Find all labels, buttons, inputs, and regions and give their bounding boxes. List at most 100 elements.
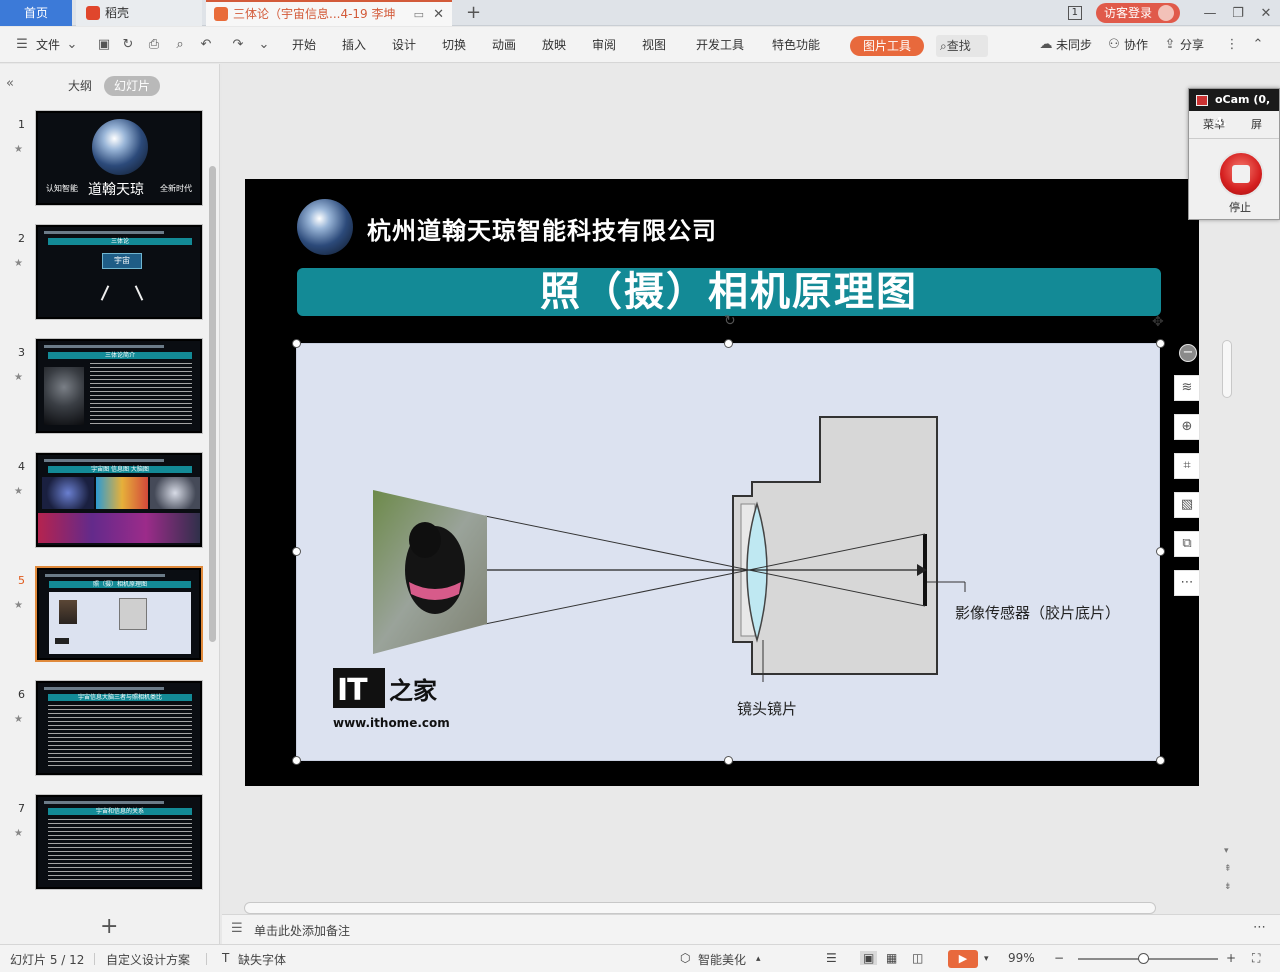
collapse-panel-icon[interactable]: «	[6, 76, 14, 91]
file-menu[interactable]: 文件	[36, 27, 60, 63]
play-options-icon[interactable]: ▾	[984, 954, 989, 964]
menu-design[interactable]: 设计	[392, 27, 416, 63]
close-tab-icon[interactable]: ✕	[433, 2, 444, 28]
reading-view-icon[interactable]: ◫	[912, 951, 923, 965]
login-button[interactable]: 访客登录	[1095, 3, 1180, 23]
more-icon[interactable]: ⋮	[1224, 37, 1240, 53]
zoom-slider-knob[interactable]	[1138, 953, 1149, 964]
slide-title-bar[interactable]: 照（摄）相机原理图	[297, 268, 1161, 316]
smart-beautify-button[interactable]: 智能美化	[698, 951, 746, 968]
zoom-in-icon[interactable]: +	[1226, 951, 1236, 965]
chevron-down-icon[interactable]: ⌄	[64, 37, 80, 53]
ocam-menu-item[interactable]: 屏	[1237, 111, 1274, 138]
window-count-badge[interactable]: 1	[1067, 6, 1082, 20]
more-icon[interactable]: ⋯	[1253, 920, 1266, 935]
collapse-ribbon-icon[interactable]: ⌃	[1250, 37, 1266, 53]
slide-thumbnail-3[interactable]: 三体论简介	[35, 338, 203, 434]
menu-animation[interactable]: 动画	[492, 27, 516, 63]
slide-thumbnail-1[interactable]: 认知智能 道翰天琼 全新时代	[35, 110, 203, 206]
print-icon[interactable]: ⎙	[146, 37, 162, 53]
ocam-menu-item[interactable]: 菜单	[1189, 111, 1237, 138]
collapse-tools-icon[interactable]: −	[1179, 344, 1197, 362]
slide-thumbnail-5[interactable]: 照（摄）相机原理图	[35, 566, 203, 662]
print-preview-icon[interactable]: ⌕	[172, 37, 188, 53]
menu-developer[interactable]: 开发工具	[696, 27, 744, 63]
fit-window-icon[interactable]: ⛶	[1252, 951, 1260, 966]
display-icon[interactable]: ▭	[414, 2, 424, 28]
image-adjust-icon[interactable]: ▧	[1174, 492, 1200, 518]
resize-handle[interactable]	[1156, 339, 1165, 348]
company-name[interactable]: 杭州道翰天琼智能科技有限公司	[367, 211, 717, 246]
resize-handle[interactable]	[724, 756, 733, 765]
play-slideshow-button[interactable]: ▶	[948, 950, 978, 968]
share-button[interactable]: 分享	[1180, 27, 1204, 63]
slide-thumbnail-7[interactable]: 宇宙和信息的关系	[35, 794, 203, 890]
tab-outline[interactable]: 大纲	[58, 76, 102, 96]
scroll-down-icon[interactable]: ▾	[1224, 846, 1229, 856]
sorter-view-icon[interactable]: ▦	[886, 951, 897, 965]
slide-thumbnail-2[interactable]: 三体论 宇宙	[35, 224, 203, 320]
stop-recording-button[interactable]	[1218, 151, 1264, 197]
rotate-handle-icon[interactable]: ↻	[724, 313, 736, 329]
menu-transition[interactable]: 切换	[442, 27, 466, 63]
resize-handle[interactable]	[292, 547, 301, 556]
new-tab-button[interactable]: +	[466, 0, 481, 26]
crop-icon[interactable]: ⌗	[1174, 453, 1200, 479]
more-options-icon[interactable]: ⋯	[1174, 570, 1200, 596]
zoom-out-icon[interactable]: −	[1054, 951, 1064, 965]
search-button[interactable]: ⌕查找	[936, 35, 988, 57]
restore-icon[interactable]: ❐	[1224, 6, 1252, 21]
prev-slide-icon[interactable]: ⇞	[1224, 864, 1232, 874]
chevron-up-icon[interactable]: ▴	[756, 954, 761, 964]
notes-toggle-icon[interactable]: ☰	[826, 951, 837, 965]
undo-icon[interactable]: ↶	[198, 37, 214, 53]
save-icon[interactable]: ▣	[96, 37, 112, 53]
horizontal-scrollbar[interactable]	[244, 902, 1156, 914]
close-window-icon[interactable]: ✕	[1252, 6, 1280, 21]
slide-thumbnail-6[interactable]: 宇宙信息大脑三者与照相机类比	[35, 680, 203, 776]
menu-features[interactable]: 特色功能	[772, 27, 820, 63]
design-scheme-button[interactable]: 自定义设计方案	[106, 951, 190, 968]
hamburger-icon[interactable]: ☰	[14, 37, 30, 53]
notes-bar[interactable]: ☰ 单击此处添加备注 ⋯	[222, 914, 1280, 944]
normal-view-icon[interactable]: ▣	[860, 951, 878, 965]
share-icon: ⇪	[1164, 37, 1176, 52]
resize-handle[interactable]	[724, 339, 733, 348]
minimize-icon[interactable]: —	[1196, 6, 1224, 21]
menu-slideshow[interactable]: 放映	[542, 27, 566, 63]
slide-thumbnail-4[interactable]: 宇宙图 信息图 大脑图	[35, 452, 203, 548]
menu-start[interactable]: 开始	[292, 27, 316, 63]
tab-slides[interactable]: 幻灯片	[104, 76, 161, 96]
sync-status[interactable]: 未同步	[1056, 27, 1092, 63]
zoom-level[interactable]: 99%	[1008, 951, 1035, 965]
layers-icon[interactable]: ≋	[1174, 375, 1200, 401]
resize-handle[interactable]	[292, 339, 301, 348]
export-icon[interactable]: ↻	[120, 37, 136, 53]
replace-image-icon[interactable]: ⧉	[1174, 531, 1200, 557]
thumb-diagram	[49, 592, 191, 654]
tab-home[interactable]: 首页	[0, 0, 72, 26]
camera-diagram-image[interactable]: IT 之家 www.ithome.com 影像传感器（胶片底片） 镜头镜片	[296, 343, 1160, 761]
thumb-dog-image	[59, 600, 77, 624]
collaborate-button[interactable]: 协作	[1124, 27, 1148, 63]
ocam-title-bar[interactable]: oCam (0, 4,	[1189, 89, 1279, 128]
tab-document[interactable]: 三体论（宇宙信息...4-19 李坤 ▭ ✕	[206, 0, 452, 26]
menu-view[interactable]: 视图	[642, 27, 666, 63]
zoom-in-icon[interactable]: ⊕	[1174, 414, 1200, 440]
resize-handle[interactable]	[1156, 756, 1165, 765]
panel-scrollbar[interactable]	[209, 166, 216, 642]
resize-handle[interactable]	[1156, 547, 1165, 556]
picture-tools-tab[interactable]: 图片工具	[850, 36, 924, 56]
add-slide-icon[interactable]: +	[100, 914, 118, 939]
redo-icon[interactable]: ↷	[230, 37, 246, 53]
customize-toolbar-icon[interactable]: ⌄	[256, 37, 272, 53]
notes-placeholder[interactable]: 单击此处添加备注	[254, 922, 350, 939]
vertical-scrollbar[interactable]	[1222, 340, 1232, 398]
menu-insert[interactable]: 插入	[342, 27, 366, 63]
menu-review[interactable]: 审阅	[592, 27, 616, 63]
tab-docer[interactable]: 稻壳	[76, 0, 202, 26]
missing-font-button[interactable]: 缺失字体	[238, 951, 286, 968]
next-slide-icon[interactable]: ⇟	[1224, 882, 1232, 892]
thumb-neuron-image	[38, 513, 200, 543]
resize-handle[interactable]	[292, 756, 301, 765]
